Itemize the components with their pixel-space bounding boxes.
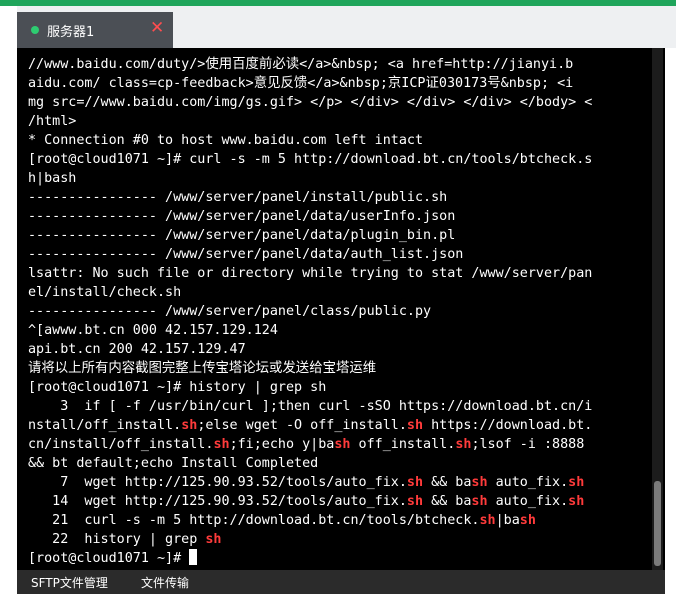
tab-server1[interactable]: 服务器1 ✕ bbox=[17, 12, 173, 48]
terminal-line: api.bt.cn 200 42.157.129.47 bbox=[28, 340, 665, 359]
terminal-text: ---------------- /www/server/panel/data/… bbox=[28, 228, 456, 243]
terminal-text: h|bash bbox=[28, 171, 77, 186]
terminal-line: 7 wget http://125.90.93.52/tools/auto_fi… bbox=[28, 473, 665, 492]
terminal-text: https://download.bt. bbox=[423, 418, 593, 433]
terminal-line: ---------------- /www/server/panel/insta… bbox=[28, 188, 665, 207]
terminal-line: h|bash bbox=[28, 169, 665, 188]
highlighted-match: sh bbox=[471, 475, 488, 490]
terminal-line: && bt default;echo Install Completed bbox=[28, 454, 665, 473]
terminal-scrollbar[interactable] bbox=[652, 48, 663, 570]
highlighted-match: sh bbox=[406, 494, 424, 509]
terminal-line: 请将以上所有内容截图完整上传宝塔论坛或发送给宝塔运维 bbox=[28, 359, 665, 378]
terminal-text: [root@cloud1071 ~]# bbox=[28, 551, 190, 566]
terminal-line: [root@cloud1071 ~]# curl -s -m 5 http://… bbox=[28, 150, 665, 169]
highlighted-match: sh bbox=[568, 475, 585, 490]
terminal-text: off_install. bbox=[350, 437, 456, 452]
scrollbar-thumb[interactable] bbox=[654, 481, 661, 566]
left-edge bbox=[0, 6, 17, 601]
terminal-text: //www.baidu.com/duty/>使用百度前必读</a>&nbsp; … bbox=[28, 57, 574, 72]
terminal-line: 14 wget http://125.90.93.52/tools/auto_f… bbox=[28, 492, 665, 511]
terminal-text: ---------------- /www/server/panel/insta… bbox=[28, 190, 448, 205]
tab-label: 服务器1 bbox=[47, 25, 95, 40]
terminal-line: ---------------- /www/server/panel/class… bbox=[28, 302, 665, 321]
terminal-text: ---------------- /www/server/panel/data/… bbox=[28, 247, 464, 262]
terminal-line: * Connection #0 to host www.baidu.com le… bbox=[28, 131, 665, 150]
terminal-line: el/install/check.sh bbox=[28, 283, 665, 302]
close-icon[interactable]: ✕ bbox=[150, 18, 164, 38]
terminal-text: ---------------- /www/server/panel/data/… bbox=[28, 209, 456, 224]
terminal-text: api.bt.cn 200 42.157.129.47 bbox=[28, 342, 246, 357]
terminal-cursor bbox=[189, 549, 198, 565]
terminal-line: 3 if [ -f /usr/bin/curl ];then curl -sSO… bbox=[28, 397, 665, 416]
highlighted-match: sh bbox=[181, 418, 198, 433]
terminal-text: el/install/check.sh bbox=[28, 285, 182, 300]
terminal-text: auto_fix. bbox=[487, 494, 569, 509]
terminal-line: mg src=//www.baidu.com/img/gs.gif> </p> … bbox=[28, 93, 665, 112]
terminal-line: /html> bbox=[28, 112, 665, 131]
terminal-output[interactable]: //www.baidu.com/duty/>使用百度前必读</a>&nbsp; … bbox=[17, 48, 665, 570]
terminal-text: && bt default;echo Install Completed bbox=[28, 456, 319, 471]
highlighted-match: sh bbox=[213, 437, 230, 452]
terminal-line: ^[awww.bt.cn 000 42.157.129.124 bbox=[28, 321, 665, 340]
terminal-text: ;lsof -i :8888 bbox=[471, 437, 585, 452]
sftp-file-manager-button[interactable]: SFTP文件管理 bbox=[31, 574, 108, 591]
terminal-line: [root@cloud1071 ~]# history | grep sh bbox=[28, 378, 665, 397]
highlighted-match: sh bbox=[334, 437, 351, 452]
terminal-line: cn/install/off_install.sh;fi;echo y|bash… bbox=[28, 435, 665, 454]
terminal-line: //www.baidu.com/duty/>使用百度前必读</a>&nbsp; … bbox=[28, 55, 665, 74]
terminal-line: [root@cloud1071 ~]# bbox=[28, 549, 665, 568]
terminal-text: nstall/off_install. bbox=[28, 418, 182, 433]
terminal-text: && ba bbox=[423, 475, 472, 490]
terminal-line: ---------------- /www/server/panel/data/… bbox=[28, 245, 665, 264]
terminal-text: ---------------- /www/server/panel/class… bbox=[28, 304, 432, 319]
highlighted-match: sh bbox=[406, 475, 424, 490]
terminal-text: mg src=//www.baidu.com/img/gs.gif> </p> … bbox=[28, 95, 593, 110]
terminal-line: ---------------- /www/server/panel/data/… bbox=[28, 226, 665, 245]
terminal-line: 22 history | grep sh bbox=[28, 530, 665, 549]
terminal-text: * Connection #0 to host www.baidu.com le… bbox=[28, 133, 424, 148]
terminal-text: lsattr: No such file or directory while … bbox=[28, 266, 593, 281]
terminal-text: 7 wget http://125.90.93.52/tools/auto_fi… bbox=[28, 475, 407, 490]
file-transfer-button[interactable]: 文件传输 bbox=[141, 574, 189, 591]
terminal-text: 3 if [ -f /usr/bin/curl ];then curl -sSO… bbox=[28, 399, 593, 414]
terminal-line: lsattr: No such file or directory while … bbox=[28, 264, 665, 283]
highlighted-match: sh bbox=[455, 437, 472, 452]
terminal-line: ---------------- /www/server/panel/data/… bbox=[28, 207, 665, 226]
highlighted-match: sh bbox=[479, 513, 496, 528]
highlighted-match: sh bbox=[519, 513, 536, 528]
terminal-text: 请将以上所有内容截图完整上传宝塔论坛或发送给宝塔运维 bbox=[28, 361, 377, 376]
terminal-text: /html> bbox=[28, 114, 77, 129]
terminal-line: aidu.com/ class=cp-feedback>意见反馈</a>&nbs… bbox=[28, 74, 665, 93]
bottom-toolbar: SFTP文件管理 文件传输 bbox=[17, 570, 665, 594]
highlighted-match: sh bbox=[471, 494, 488, 509]
terminal-text: 22 history | grep bbox=[28, 532, 206, 547]
terminal-text: 14 wget http://125.90.93.52/tools/auto_f… bbox=[28, 494, 407, 509]
tab-strip: 服务器1 ✕ bbox=[17, 6, 676, 48]
terminal-text: ;else wget -O off_install. bbox=[197, 418, 407, 433]
terminal-text: ^[awww.bt.cn 000 42.157.129.124 bbox=[28, 323, 278, 338]
terminal-text: cn/install/off_install. bbox=[28, 437, 214, 452]
terminal-text: 21 curl -s -m 5 http://download.bt.cn/to… bbox=[28, 513, 480, 528]
terminal-text: [root@cloud1071 ~]# curl -s -m 5 http://… bbox=[28, 152, 593, 167]
terminal-line: 21 curl -s -m 5 http://download.bt.cn/to… bbox=[28, 511, 665, 530]
connection-status-icon bbox=[31, 26, 39, 34]
terminal-text: |ba bbox=[495, 513, 520, 528]
highlighted-match: sh bbox=[205, 532, 222, 547]
terminal-line: nstall/off_install.sh;else wget -O off_i… bbox=[28, 416, 665, 435]
terminal-text: [root@cloud1071 ~]# history | grep sh bbox=[28, 380, 327, 395]
terminal-text: ;fi;echo y|ba bbox=[229, 437, 335, 452]
highlighted-match: sh bbox=[568, 494, 585, 509]
terminal-text: auto_fix. bbox=[487, 475, 569, 490]
terminal-text: aidu.com/ class=cp-feedback>意见反馈</a>&nbs… bbox=[28, 76, 574, 91]
terminal-text: && ba bbox=[423, 494, 472, 509]
highlighted-match: sh bbox=[406, 418, 424, 433]
